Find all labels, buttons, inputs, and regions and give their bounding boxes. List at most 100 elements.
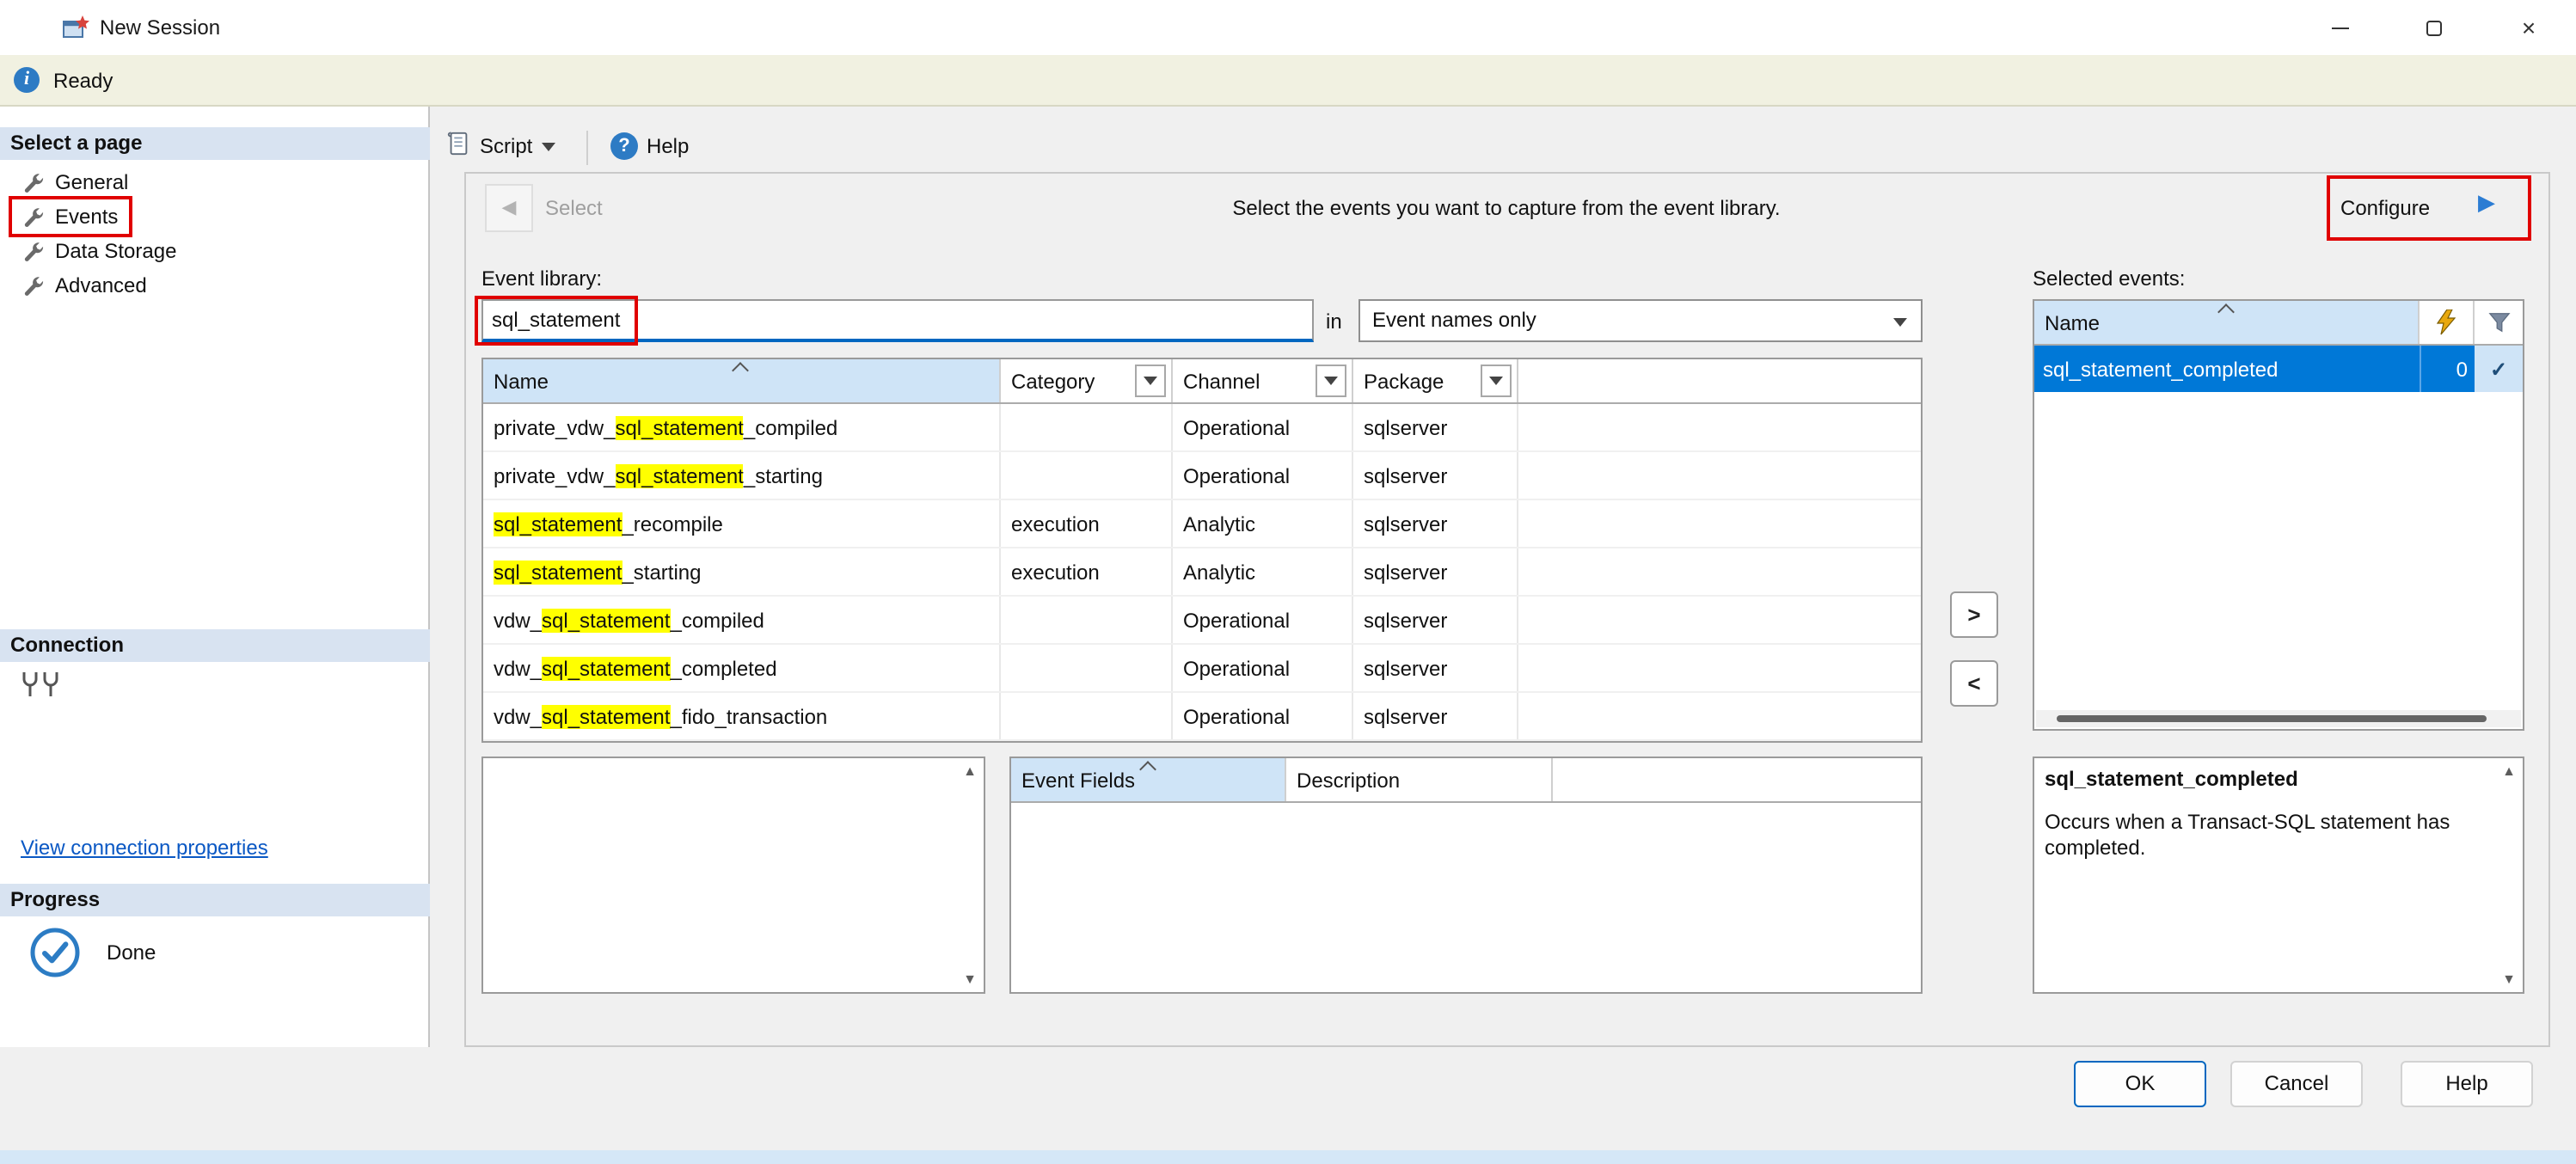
event-fields-panel: Event Fields Description [1009,757,1923,994]
sidebar-item-general[interactable]: General [0,165,430,199]
select-a-page-header: Select a page [0,127,430,160]
event-category: execution [1001,548,1173,595]
connection-icon [21,671,64,703]
event-row[interactable]: sql_statement_recompileexecutionAnalytic… [483,500,1921,548]
event-row[interactable]: sql_statement_startingexecutionAnalytics… [483,548,1921,597]
column-header-category[interactable]: Category [1001,359,1173,402]
event-row[interactable]: private_vdw_sql_statement_startingOperat… [483,452,1921,500]
events-table-header: Name Category Channel Package [483,359,1921,404]
event-library-search-input[interactable] [481,299,1314,342]
column-header-name[interactable]: Name [483,359,1001,402]
event-package: sqlserver [1353,404,1518,450]
event-category [1001,645,1173,691]
event-channel: Analytic [1173,500,1353,547]
column-header-package-label: Package [1364,369,1444,393]
progress-header: Progress [0,884,430,916]
selected-event-row[interactable]: sql_statement_completed0✓ [2034,346,2523,392]
status-text: Ready [53,68,113,92]
column-header-channel[interactable]: Channel [1173,359,1353,402]
help-icon: ? [610,132,638,160]
event-row-filler [1518,645,1921,691]
lightning-icon[interactable] [2420,301,2475,344]
horizontal-scrollbar[interactable] [2036,710,2521,727]
move-left-button[interactable]: < [1950,660,1998,707]
description-panel: sql_statement_completed Occurs when a Tr… [2033,757,2524,994]
event-package: sqlserver [1353,500,1518,547]
info-icon: i [14,67,40,93]
configure-button[interactable]: Configure [2340,196,2430,220]
scroll-down-icon[interactable]: ▼ [2502,971,2516,987]
help-footer-button[interactable]: Help [2401,1061,2533,1107]
sidebar-item-events[interactable]: Events [0,199,430,234]
move-right-button[interactable]: > [1950,591,1998,638]
back-arrow-icon: ◀ [502,198,517,218]
event-row[interactable]: vdw_sql_statement_completedOperationalsq… [483,645,1921,693]
event-name: sql_statement_recompile [483,500,1001,547]
new-session-dialog: New Session × i Ready Select a page Gene… [0,0,2576,1164]
selected-column-header-name[interactable]: Name [2034,301,2420,344]
selected-event-checkmark[interactable]: ✓ [2475,346,2523,392]
column-header-channel-label: Channel [1183,369,1260,393]
package-filter-dropdown[interactable] [1481,365,1512,397]
close-button[interactable]: × [2481,0,2576,55]
wrench-icon [22,205,45,228]
event-package: sqlserver [1353,645,1518,691]
instruction-text: Select the events you want to capture fr… [991,196,2022,220]
category-filter-dropdown[interactable] [1135,365,1166,397]
scroll-up-icon[interactable]: ▲ [2502,763,2516,779]
search-scope-dropdown[interactable]: Event names only [1359,299,1923,342]
event-name: private_vdw_sql_statement_compiled [483,404,1001,450]
ok-button[interactable]: OK [2074,1061,2206,1107]
channel-filter-dropdown[interactable] [1316,365,1346,397]
event-row[interactable]: vdw_sql_statement_fido_transactionOperat… [483,693,1921,741]
sidebar-item-label: Events [55,205,118,229]
selected-event-count: 0 [2420,346,2475,392]
selected-rows: sql_statement_completed0✓ [2034,346,2523,392]
maximize-icon [2426,20,2442,35]
bottom-strip [0,1150,2576,1164]
cancel-button[interactable]: Cancel [2230,1061,2363,1107]
toolbar-separator [586,131,588,165]
forward-arrow-icon[interactable]: ▶ [2478,189,2495,217]
view-connection-properties-link[interactable]: View connection properties [21,836,268,860]
minimize-icon [2331,27,2348,28]
sidebar-item-advanced[interactable]: Advanced [0,268,430,303]
column-header-event-fields[interactable]: Event Fields [1011,758,1286,801]
column-header-package[interactable]: Package [1353,359,1518,402]
select-back-button[interactable]: ◀ [485,184,533,232]
description-body: Occurs when a Transact-SQL statement has… [2045,810,2499,861]
event-library-label: Event library: [481,266,602,291]
event-name: vdw_sql_statement_compiled [483,597,1001,643]
scroll-up-icon[interactable]: ▲ [963,763,977,779]
event-channel: Operational [1173,597,1353,643]
maximize-button[interactable] [2387,0,2481,55]
sidebar-item-data-storage[interactable]: Data Storage [0,234,430,268]
in-label: in [1326,309,1342,334]
event-row[interactable]: vdw_sql_statement_compiledOperationalsql… [483,597,1921,645]
selected-name-label: Name [2045,310,2100,334]
scroll-down-icon[interactable]: ▼ [963,971,977,987]
column-header-description[interactable]: Description [1286,758,1553,801]
script-dropdown-icon[interactable] [541,142,555,150]
event-category [1001,693,1173,739]
event-category [1001,452,1173,499]
event-row-filler [1518,404,1921,450]
events-rows: private_vdw_sql_statement_compiled Operat… [483,404,1921,741]
empty-detail-panel: ▲ ▼ [481,757,985,994]
progress-status: Done [107,940,156,965]
event-category: execution [1001,500,1173,547]
minimize-button[interactable] [2292,0,2387,55]
chevron-down-icon [1893,318,1907,327]
script-button[interactable]: Script [437,126,563,167]
event-channel: Analytic [1173,548,1353,595]
help-button[interactable]: ? Help [602,126,697,167]
filter-icon[interactable] [2475,301,2523,344]
scrollbar-thumb[interactable] [2057,715,2487,722]
sort-asc-icon [2217,303,2234,321]
wrench-icon [22,240,45,262]
chevron-down-icon [1489,377,1503,385]
sidebar-item-label: Advanced [55,273,147,297]
event-package: sqlserver [1353,548,1518,595]
event-row[interactable]: private_vdw_sql_statement_compiledOperat… [483,404,1921,452]
script-label: Script [480,134,532,158]
